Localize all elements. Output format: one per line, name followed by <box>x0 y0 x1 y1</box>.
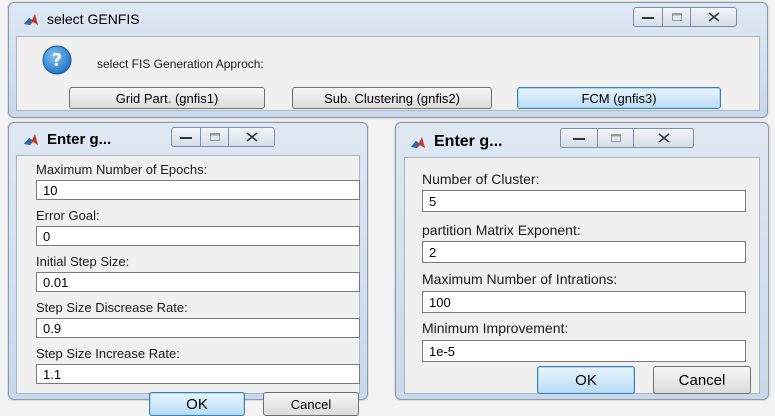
matlab-logo-icon <box>24 134 38 145</box>
min-improvement-input[interactable] <box>422 340 746 362</box>
fcm-button[interactable]: FCM (gnfis3) <box>517 87 721 109</box>
grid-params-window: Enter g... Maximum Number of Epochs: Err… <box>8 122 368 416</box>
minimize-button[interactable] <box>171 127 201 147</box>
minimize-icon <box>573 138 585 140</box>
question-icon: ? <box>42 45 72 75</box>
fcm-params-window: Enter g... Number of Cluster: partition … <box>395 122 769 400</box>
dialog-body: ? select FIS Generation Approch: Grid Pa… <box>16 36 760 111</box>
initial-step-size-label: Initial Step Size: <box>36 254 130 269</box>
dialog-body: Maximum Number of Epochs: Error Goal: In… <box>16 155 360 416</box>
max-epochs-label: Maximum Number of Epochs: <box>36 162 208 177</box>
window-title: Enter g... <box>434 133 503 150</box>
title-bar[interactable]: Enter g... <box>396 123 768 157</box>
error-goal-label: Error Goal: <box>36 208 100 223</box>
minimize-icon <box>642 17 654 19</box>
partition-exponent-input[interactable] <box>422 241 746 263</box>
maximize-icon <box>671 13 682 21</box>
dialog-body: Number of Cluster: partition Matrix Expo… <box>404 157 760 394</box>
svg-text:?: ? <box>52 50 62 71</box>
minimize-button[interactable] <box>633 7 663 27</box>
grid-partition-button[interactable]: Grid Part. (gnfis1) <box>69 87 265 109</box>
initial-step-size-input[interactable] <box>36 272 360 292</box>
ok-button[interactable]: OK <box>149 392 245 416</box>
maximize-icon <box>610 134 621 142</box>
partition-exponent-label: partition Matrix Exponent: <box>422 222 581 238</box>
matlab-logo-icon <box>24 14 38 25</box>
min-improvement-label: Minimum Improvement: <box>422 320 569 336</box>
close-icon <box>708 12 719 22</box>
close-icon <box>246 132 257 142</box>
window-title: Enter g... <box>47 131 112 148</box>
ok-button[interactable]: OK <box>537 366 635 394</box>
step-decrease-rate-label: Step Size Discrease Rate: <box>36 300 188 315</box>
error-goal-input[interactable] <box>36 226 360 246</box>
step-increase-rate-label: Step Size Increase Rate: <box>36 346 180 361</box>
close-button[interactable] <box>691 7 737 27</box>
step-increase-rate-input[interactable] <box>36 364 360 384</box>
matlab-logo-icon <box>411 137 425 148</box>
cancel-button[interactable]: Cancel <box>263 392 359 416</box>
window-title: select GENFIS <box>47 11 140 27</box>
maximize-button[interactable] <box>598 128 634 148</box>
minimize-icon <box>180 137 192 139</box>
maximize-button[interactable] <box>663 7 691 27</box>
prompt-text: select FIS Generation Approch: <box>97 57 264 71</box>
minimize-button[interactable] <box>560 128 598 148</box>
select-genfis-window: select GENFIS ? select FIS Generation Ap… <box>8 2 768 118</box>
close-icon <box>658 133 669 143</box>
close-button[interactable] <box>634 128 694 148</box>
max-epochs-input[interactable] <box>36 180 360 200</box>
max-iterations-label: Maximum Number of Intrations: <box>422 271 618 287</box>
step-decrease-rate-input[interactable] <box>36 318 360 338</box>
maximize-icon <box>209 133 220 141</box>
cancel-button[interactable]: Cancel <box>653 366 751 394</box>
maximize-button[interactable] <box>201 127 229 147</box>
sub-clustering-button[interactable]: Sub. Clustering (gnfis2) <box>292 87 492 109</box>
title-bar[interactable]: select GENFIS <box>9 3 767 37</box>
max-iterations-input[interactable] <box>422 291 746 313</box>
num-clusters-input[interactable] <box>422 190 746 212</box>
close-button[interactable] <box>229 127 275 147</box>
num-clusters-label: Number of Cluster: <box>422 171 540 187</box>
title-bar[interactable]: Enter g... <box>9 123 367 157</box>
